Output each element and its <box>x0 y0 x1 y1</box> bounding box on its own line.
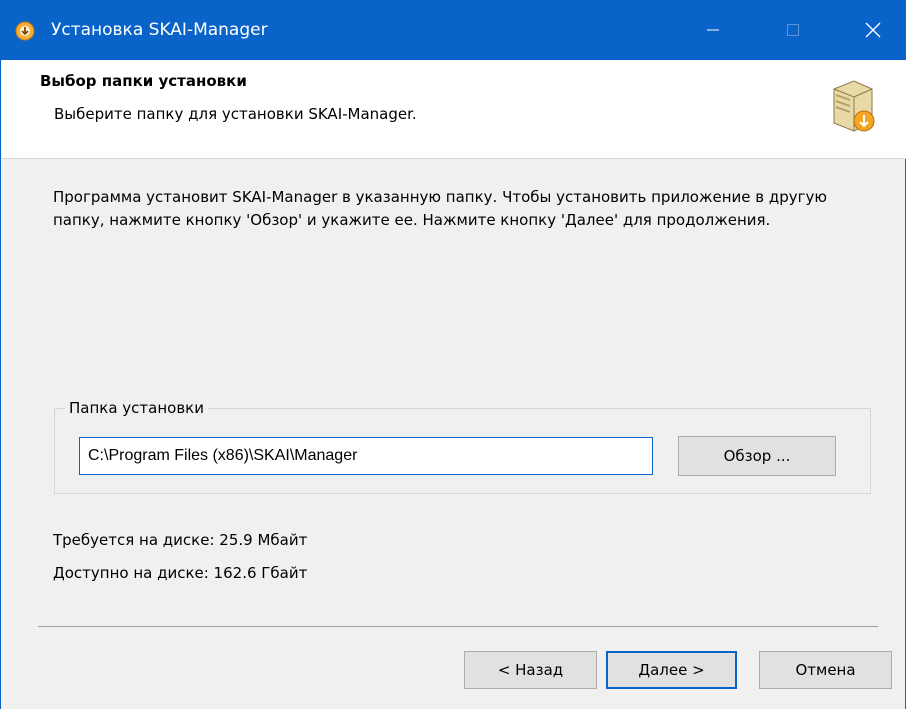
minimize-icon <box>707 29 719 31</box>
back-button[interactable]: < Назад <box>464 651 597 689</box>
installer-box-icon <box>833 80 875 132</box>
cancel-button[interactable]: Отмена <box>759 651 892 689</box>
instructions-text: Программа установит SKAI-Manager в указа… <box>53 188 828 229</box>
maximize-button <box>763 0 823 60</box>
title-bar[interactable]: Установка SKAI-Manager <box>1 0 906 60</box>
disk-space-available: Доступно на диске: 162.6 Гбайт <box>53 564 308 582</box>
install-path-input[interactable] <box>79 437 653 475</box>
disk-space-required: Требуется на диске: 25.9 Мбайт <box>53 531 308 549</box>
browse-button[interactable]: Обзор ... <box>678 436 836 476</box>
minimize-button[interactable] <box>683 0 743 60</box>
window-title: Установка SKAI-Manager <box>51 20 268 40</box>
next-button[interactable]: Далее > <box>606 651 737 689</box>
close-icon <box>865 22 881 38</box>
maximize-icon <box>787 24 799 36</box>
install-folder-group-label: Папка установки <box>65 398 208 418</box>
footer-separator <box>38 626 878 627</box>
installer-app-icon <box>15 21 35 41</box>
installer-window: Установка SKAI-Manager Выбор папки устан… <box>0 0 906 709</box>
wizard-header: Выбор папки установки Выберите папку для… <box>2 60 906 159</box>
page-subtitle: Выберите папку для установки SKAI-Manage… <box>54 105 417 123</box>
close-button[interactable] <box>843 0 903 60</box>
page-title: Выбор папки установки <box>40 72 247 90</box>
